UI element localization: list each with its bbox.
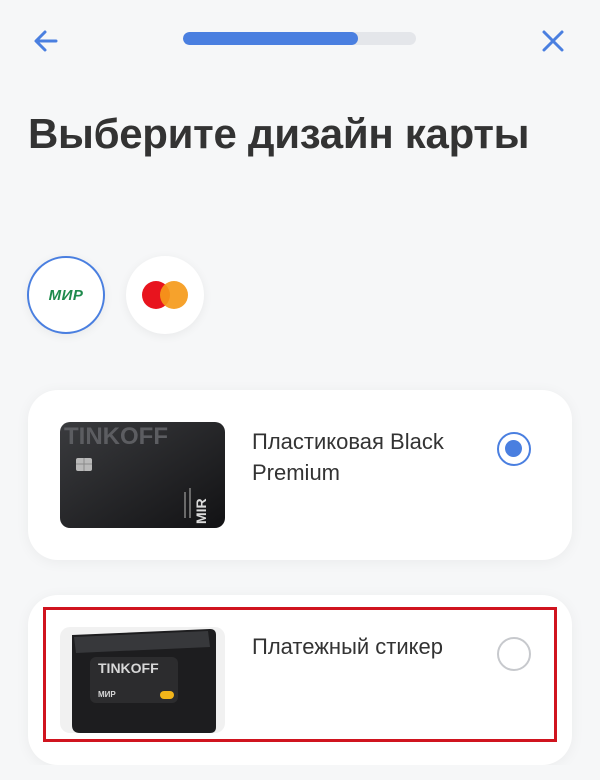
back-button[interactable] — [30, 24, 64, 58]
header — [0, 0, 600, 80]
payment-system-mir[interactable]: МИР — [27, 256, 105, 334]
progress-bar — [183, 32, 416, 45]
arrow-left-icon — [34, 30, 58, 52]
mastercard-logo-icon — [142, 281, 188, 309]
card-brand-text: TINKOFF — [64, 423, 168, 450]
progress-fill — [183, 32, 358, 45]
card-option-black-premium[interactable]: TINKOFF MIR Пластиковая Black Premium — [28, 390, 572, 560]
radio-black-premium[interactable] — [497, 432, 531, 466]
bottom-strip — [0, 765, 600, 780]
sticker-mir-mark: МИР — [98, 690, 116, 699]
page-title: Выберите дизайн карты — [28, 110, 530, 157]
card-option-label: Пластиковая Black Premium — [252, 429, 444, 485]
card-image-sticker: TINKOFF МИР — [60, 627, 225, 733]
mir-logo-icon: МИР — [48, 286, 84, 304]
card-option-sticker[interactable]: TINKOFF МИР Платежный стикер — [28, 595, 572, 765]
radio-sticker[interactable] — [497, 637, 531, 671]
payment-system-mastercard[interactable] — [126, 256, 204, 334]
card-mir-mark: MIR — [193, 498, 209, 524]
card-option-label: Платежный стикер — [252, 634, 444, 659]
sticker-brand-text: TINKOFF — [98, 660, 159, 676]
close-button[interactable] — [536, 24, 570, 58]
close-icon — [542, 30, 564, 52]
card-image-black-premium: TINKOFF MIR — [60, 422, 225, 528]
